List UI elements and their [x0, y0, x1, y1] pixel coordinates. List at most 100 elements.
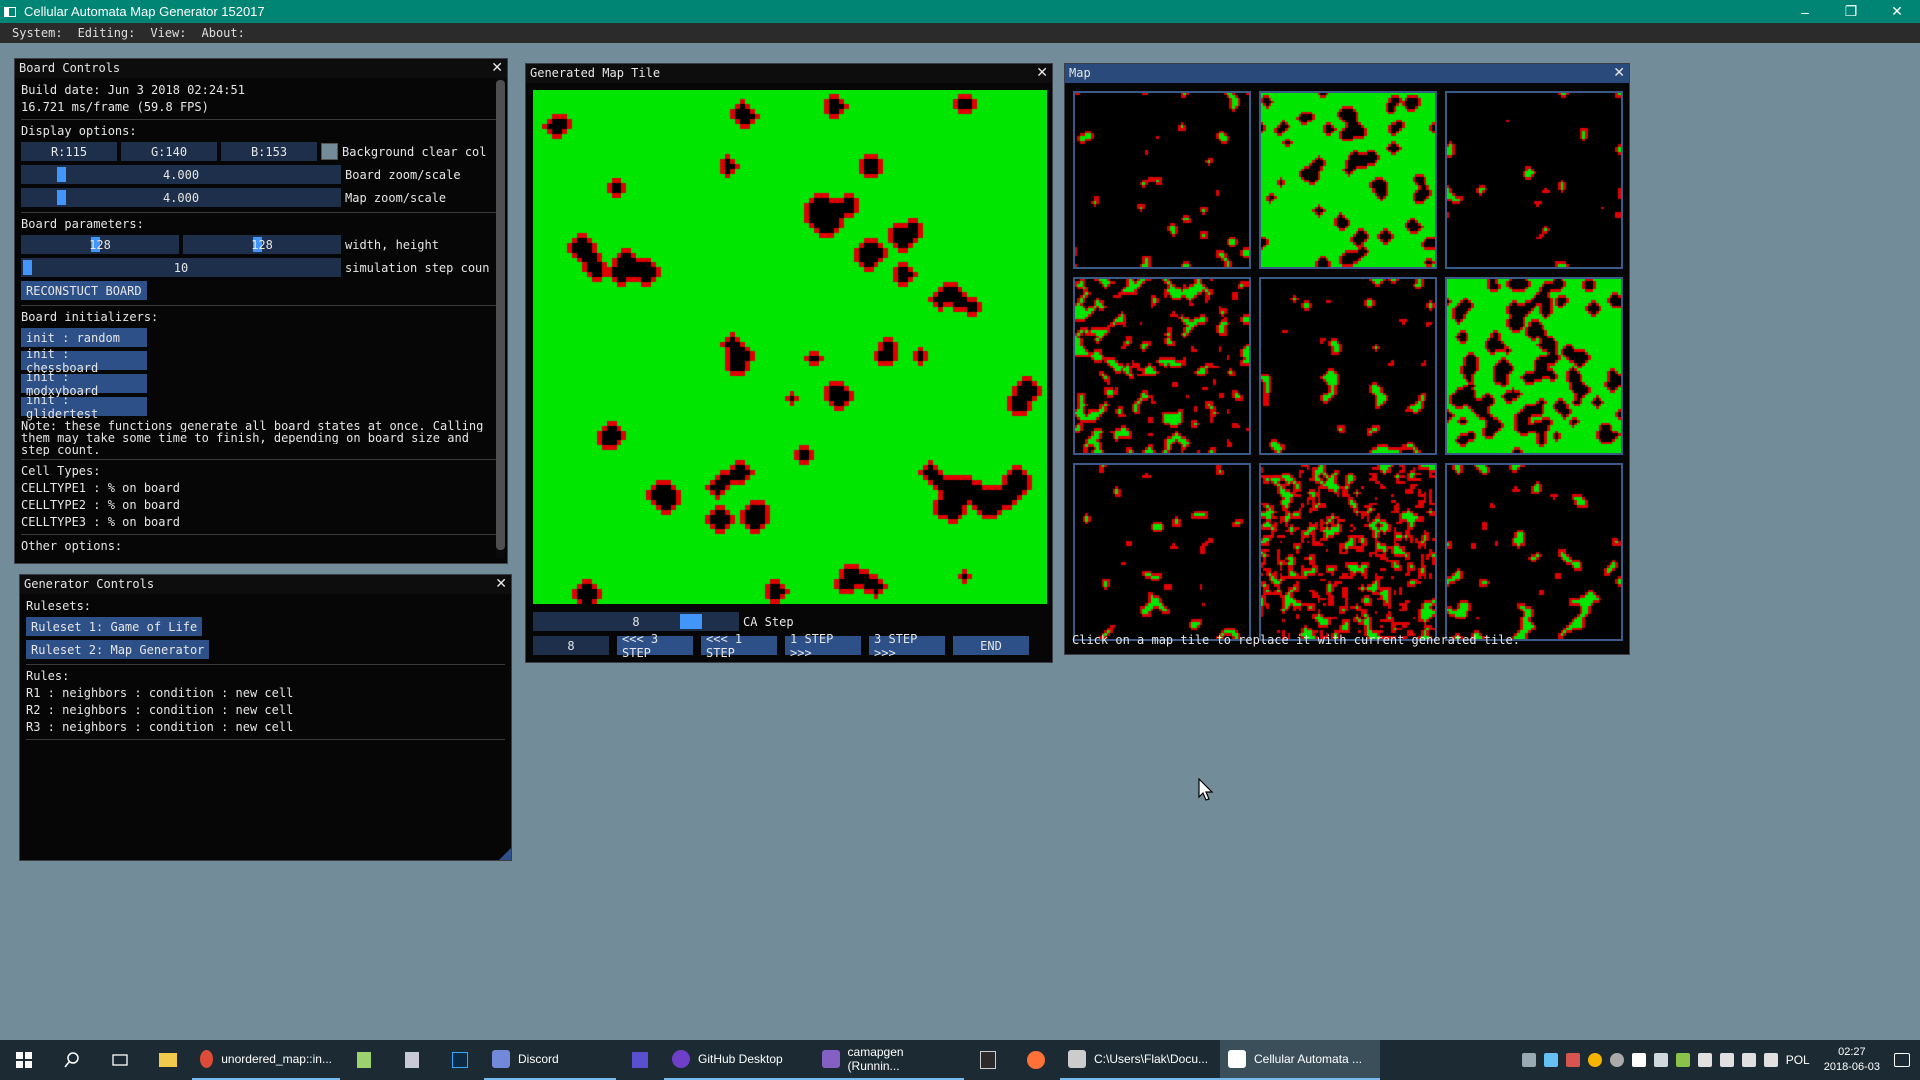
task-view-icon[interactable] — [96, 1040, 144, 1080]
map-tile-canvas[interactable] — [1075, 465, 1249, 639]
file-explorer-icon[interactable] — [144, 1040, 192, 1080]
generated-tile-board[interactable] — [533, 90, 1047, 604]
map-zoom-slider[interactable]: 4.000 — [21, 188, 341, 207]
map-tile-canvas[interactable] — [1075, 93, 1249, 267]
chrome-tray-icon[interactable] — [1587, 1053, 1602, 1067]
map-tile[interactable] — [1259, 463, 1437, 641]
init-glidertest-button[interactable]: init : glidertest — [21, 393, 147, 421]
search-icon[interactable] — [48, 1040, 96, 1080]
ruleset-map-generator-button[interactable]: Ruleset 2: Map Generator — [26, 640, 210, 659]
firefox-icon[interactable] — [1012, 1040, 1060, 1080]
taskbar-app[interactable]: GitHub Desktop — [664, 1040, 814, 1080]
discord-tray-icon[interactable] — [1521, 1053, 1536, 1067]
reconstruct-board-button[interactable]: RECONSTUCT BOARD — [21, 281, 147, 300]
ca-step-slider[interactable]: 8 — [533, 612, 739, 631]
photoshop-icon[interactable] — [436, 1040, 484, 1080]
board-zoom-slider[interactable]: 4.000 — [21, 165, 341, 184]
map-tile[interactable] — [1445, 91, 1623, 269]
map-tile[interactable] — [1445, 277, 1623, 455]
color-g-field[interactable]: G:140 — [121, 142, 217, 161]
minimize-button[interactable]: – — [1782, 0, 1828, 23]
map-tile[interactable] — [1259, 277, 1437, 455]
taskbar-app-label: Cellular Automata ... — [1254, 1052, 1363, 1066]
forward-1-step-button[interactable]: 1 STEP >>> — [785, 632, 861, 660]
init-chessboard-button[interactable]: init : chessboard — [21, 347, 147, 375]
clock[interactable]: 02:27 2018-06-03 — [1824, 1045, 1880, 1075]
map-tile[interactable] — [1445, 463, 1623, 641]
map-tile[interactable] — [1073, 463, 1251, 641]
step-input[interactable]: 8 — [533, 636, 609, 655]
taskbar-app-label: unordered_map::in... — [221, 1052, 332, 1066]
close-icon[interactable]: ✕ — [491, 60, 503, 76]
tray-app-icon[interactable] — [1609, 1053, 1624, 1067]
init-random-button[interactable]: init : random — [21, 328, 147, 347]
color-swatch[interactable] — [321, 143, 338, 160]
battery-icon[interactable] — [1741, 1053, 1756, 1067]
generated-tile-titlebar[interactable]: Generated Map Tile ✕ — [526, 64, 1052, 83]
game-icon[interactable] — [616, 1040, 664, 1080]
width-slider[interactable]: 128 — [21, 235, 179, 254]
slider-grab[interactable] — [57, 190, 66, 205]
end-button[interactable]: END — [953, 636, 1029, 655]
network-icon[interactable] — [1763, 1053, 1778, 1067]
slider-grab[interactable] — [57, 167, 66, 182]
notepad-icon[interactable] — [340, 1040, 388, 1080]
back-1-step-button[interactable]: <<< 1 STEP — [701, 632, 777, 660]
map-tile-canvas[interactable] — [1447, 465, 1621, 639]
volume-icon[interactable] — [1697, 1053, 1712, 1067]
color-b-field[interactable]: B:153 — [221, 142, 317, 161]
slider-grab[interactable] — [680, 614, 702, 629]
epic-games-icon[interactable] — [964, 1040, 1012, 1080]
taskbar-app[interactable]: camapgen (Runnin... — [814, 1040, 964, 1080]
map-tile[interactable] — [1073, 277, 1251, 455]
color-r-field[interactable]: R:115 — [21, 142, 117, 161]
tray-app-icon[interactable] — [1565, 1053, 1580, 1067]
close-icon[interactable]: ✕ — [495, 576, 507, 592]
init-modxyboard-button[interactable]: init : modxyboard — [21, 370, 147, 398]
scrollbar-thumb[interactable] — [496, 80, 505, 550]
restore-button[interactable]: ❐ — [1828, 0, 1874, 23]
scrollbar[interactable] — [496, 78, 505, 558]
map-tile-canvas[interactable] — [1261, 93, 1435, 267]
menu-view[interactable]: View: — [150, 26, 186, 40]
taskbar-app-active[interactable]: Cellular Automata ... — [1220, 1040, 1380, 1080]
language-indicator[interactable]: POL — [1786, 1053, 1810, 1067]
steam-tray-icon[interactable] — [1543, 1053, 1558, 1067]
close-icon[interactable]: ✕ — [1036, 65, 1048, 81]
taskbar-app[interactable]: unordered_map::in... — [192, 1040, 340, 1080]
slider-grab[interactable] — [23, 260, 32, 275]
taskbar-app[interactable]: Discord — [484, 1040, 616, 1080]
windows-start-icon[interactable] — [0, 1040, 48, 1080]
close-icon[interactable]: ✕ — [1613, 65, 1625, 81]
menu-system[interactable]: System: — [12, 26, 63, 40]
wifi-icon[interactable] — [1719, 1053, 1734, 1067]
taskbar-app-label: GitHub Desktop — [698, 1052, 783, 1066]
tray-app-icon[interactable] — [1675, 1053, 1690, 1067]
map-titlebar[interactable]: Map ✕ — [1065, 64, 1629, 83]
menu-about[interactable]: About: — [202, 26, 245, 40]
slider-value: 128 — [89, 237, 111, 252]
cellular-automata-canvas[interactable] — [533, 90, 1047, 604]
map-tile-canvas[interactable] — [1261, 465, 1435, 639]
map-tile-canvas[interactable] — [1075, 279, 1249, 453]
close-button[interactable]: ✕ — [1874, 0, 1920, 23]
generator-controls-titlebar[interactable]: Generator Controls ✕ — [20, 575, 511, 594]
map-tile-canvas[interactable] — [1261, 279, 1435, 453]
taskbar-app[interactable]: C:\Users\Flak\Docu... — [1060, 1040, 1220, 1080]
map-tile[interactable] — [1073, 91, 1251, 269]
step-count-slider[interactable]: 10 — [21, 258, 341, 277]
forward-3-step-button[interactable]: 3 STEP >>> — [869, 632, 945, 660]
board-controls-titlebar[interactable]: Board Controls ✕ — [15, 59, 507, 78]
ruleset-game-of-life-button[interactable]: Ruleset 1: Game of Life — [26, 617, 203, 636]
notifications-icon[interactable] — [1894, 1053, 1910, 1067]
back-3-step-button[interactable]: <<< 3 STEP — [617, 632, 693, 660]
menu-editing[interactable]: Editing: — [78, 26, 136, 40]
onedrive-icon[interactable] — [1631, 1053, 1646, 1067]
tray-app-icon[interactable] — [1653, 1053, 1668, 1067]
map-tile-canvas[interactable] — [1447, 279, 1621, 453]
map-tile-canvas[interactable] — [1447, 93, 1621, 267]
map-tile[interactable] — [1259, 91, 1437, 269]
height-slider[interactable]: 128 — [183, 235, 341, 254]
resize-grip[interactable] — [499, 848, 511, 860]
calculator-icon[interactable] — [388, 1040, 436, 1080]
